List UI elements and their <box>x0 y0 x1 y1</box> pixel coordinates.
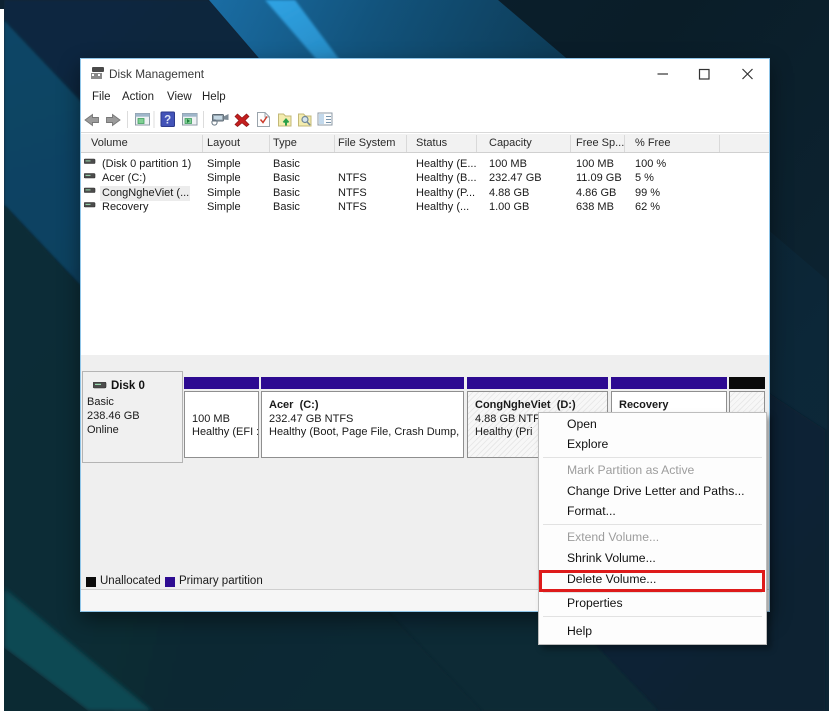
svg-text:?: ? <box>164 115 171 127</box>
